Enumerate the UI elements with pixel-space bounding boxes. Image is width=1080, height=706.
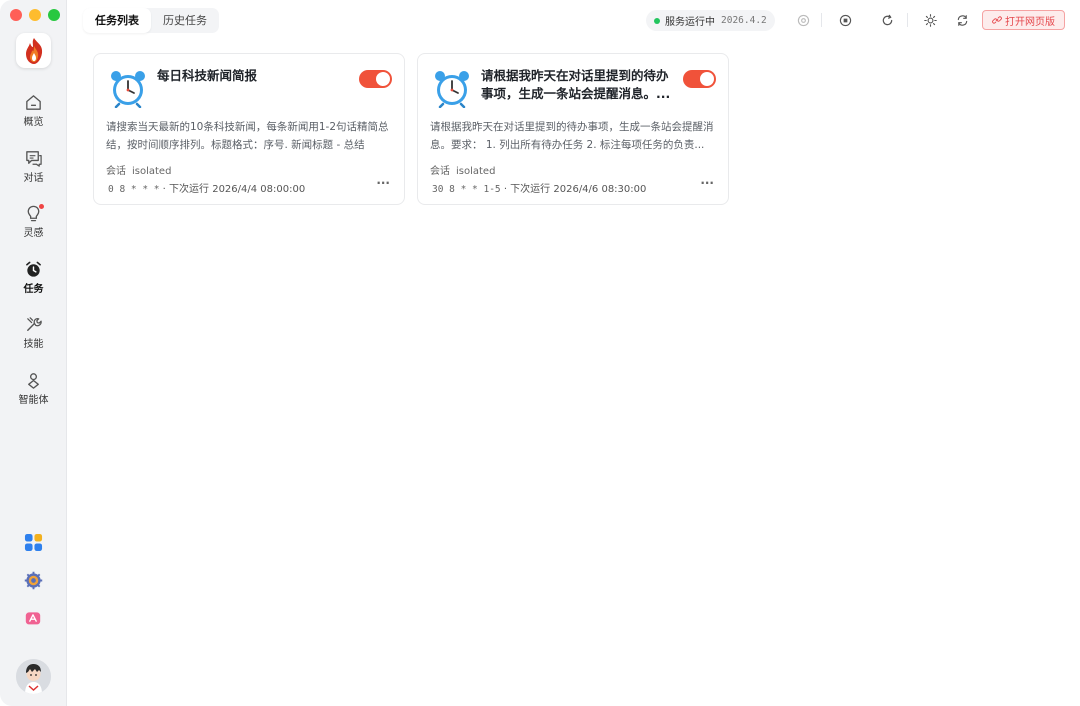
notification-dot xyxy=(39,204,44,209)
sidebar-item-skills[interactable]: 技能 xyxy=(0,315,67,361)
flame-logo-icon xyxy=(25,37,42,64)
sync-button[interactable] xyxy=(954,12,970,28)
sidebar-item-label: 技能 xyxy=(23,339,44,350)
tools-icon xyxy=(27,317,42,331)
refresh-icon xyxy=(882,14,892,25)
target-button[interactable] xyxy=(795,12,811,28)
more-options-button[interactable]: ··· xyxy=(700,176,714,190)
cron-expression: 0 8 * * * xyxy=(108,184,160,195)
session-value: isolated xyxy=(132,166,172,177)
settings-gear-icon xyxy=(24,571,42,589)
session-value: isolated xyxy=(456,166,496,177)
stop-button[interactable] xyxy=(837,12,853,28)
session-label: 会话 xyxy=(106,166,126,177)
sidebar: 概览 对话 灵感 任务 技能 智能体 xyxy=(0,0,67,706)
sun-icon xyxy=(923,13,937,27)
agent-icon xyxy=(28,373,39,389)
app-store-icon xyxy=(25,612,41,625)
task-title: 请根据我昨天在对话里提到的待办事项，生成一条站会提醒消息。... xyxy=(481,68,671,101)
apps-grid-button[interactable] xyxy=(23,532,43,552)
task-card[interactable]: 每日科技新闻简报 请搜索当天最新的10条科技新闻，每条新闻用1-2句话精简总结，… xyxy=(93,53,405,205)
open-web-button[interactable]: 打开网页版 xyxy=(982,10,1065,30)
open-web-label: 打开网页版 xyxy=(1005,16,1055,28)
link-icon xyxy=(992,16,1002,24)
alarm-clock-icon xyxy=(26,261,41,277)
app-window: 概览 对话 灵感 任务 技能 智能体 任务列表 历史任务 服务运行中 2026.… xyxy=(0,0,1080,706)
sidebar-item-inspiration[interactable]: 灵感 xyxy=(0,204,67,250)
next-run-text: · 下次运行 2026/4/6 08:30:00 xyxy=(503,184,647,195)
sidebar-item-chat[interactable]: 对话 xyxy=(0,149,67,195)
user-avatar[interactable] xyxy=(16,659,51,694)
view-tabs: 任务列表 历史任务 xyxy=(83,8,219,33)
refresh-button[interactable] xyxy=(879,12,895,28)
sidebar-item-label: 任务 xyxy=(23,284,44,295)
settings-button[interactable] xyxy=(23,570,43,590)
task-description: 请根据我昨天在对话里提到的待办事项，生成一条站会提醒消息。要求： 1. 列出所有… xyxy=(430,121,714,151)
version-text: 2026.4.2 xyxy=(721,15,767,26)
window-controls xyxy=(10,9,60,21)
task-schedule: 0 8 * * * · 下次运行 2026/4/4 08:00:00 xyxy=(108,180,305,195)
cron-expression: 30 8 * * 1-5 xyxy=(432,184,501,195)
status-dot xyxy=(654,17,660,24)
alarm-clock-icon xyxy=(435,71,469,108)
chat-icon xyxy=(26,151,42,167)
task-session: 会话 isolated xyxy=(430,162,495,177)
task-title: 每日科技新闻简报 xyxy=(157,68,258,83)
alarm-clock-icon xyxy=(111,71,145,108)
sidebar-item-label: 对话 xyxy=(23,173,44,184)
task-session: 会话 isolated xyxy=(106,162,171,177)
avatar-image xyxy=(16,659,51,694)
task-card[interactable]: 请根据我昨天在对话里提到的待办事项，生成一条站会提醒消息。... 请根据我昨天在… xyxy=(417,53,729,205)
task-enable-toggle[interactable] xyxy=(683,70,716,88)
sidebar-item-overview[interactable]: 概览 xyxy=(0,93,67,139)
stop-circle-icon xyxy=(839,14,851,26)
status-text: 服务运行中 xyxy=(665,17,715,28)
sidebar-item-agents[interactable]: 智能体 xyxy=(0,371,67,417)
task-enable-toggle[interactable] xyxy=(359,70,392,88)
sidebar-item-label: 智能体 xyxy=(18,395,49,406)
app-store-button[interactable] xyxy=(23,608,43,628)
apps-grid-icon xyxy=(24,533,42,551)
close-window-button[interactable] xyxy=(10,9,22,21)
target-icon xyxy=(797,14,809,26)
app-logo[interactable] xyxy=(16,33,51,68)
sync-icon xyxy=(957,14,967,26)
task-description: 请搜索当天最新的10条科技新闻，每条新闻用1-2句话精简总结，按时间顺序排列。标… xyxy=(106,121,389,151)
task-schedule: 30 8 * * 1-5 · 下次运行 2026/4/6 08:30:00 xyxy=(432,180,646,195)
toolbar-divider xyxy=(821,13,822,27)
next-run-text: · 下次运行 2026/4/4 08:00:00 xyxy=(162,184,306,195)
sidebar-item-label: 灵感 xyxy=(23,228,44,239)
sidebar-item-tasks[interactable]: 任务 xyxy=(0,260,67,306)
tab-task-history[interactable]: 历史任务 xyxy=(151,8,219,33)
session-label: 会话 xyxy=(430,166,450,177)
sidebar-item-label: 概览 xyxy=(23,117,44,128)
tab-task-list[interactable]: 任务列表 xyxy=(83,8,151,33)
service-status-badge: 服务运行中 2026.4.2 xyxy=(646,10,775,31)
toolbar-divider xyxy=(907,13,908,27)
home-icon xyxy=(26,95,41,110)
maximize-window-button[interactable] xyxy=(48,9,60,21)
minimize-window-button[interactable] xyxy=(29,9,41,21)
more-options-button[interactable]: ··· xyxy=(376,176,390,190)
theme-toggle-button[interactable] xyxy=(922,12,938,28)
